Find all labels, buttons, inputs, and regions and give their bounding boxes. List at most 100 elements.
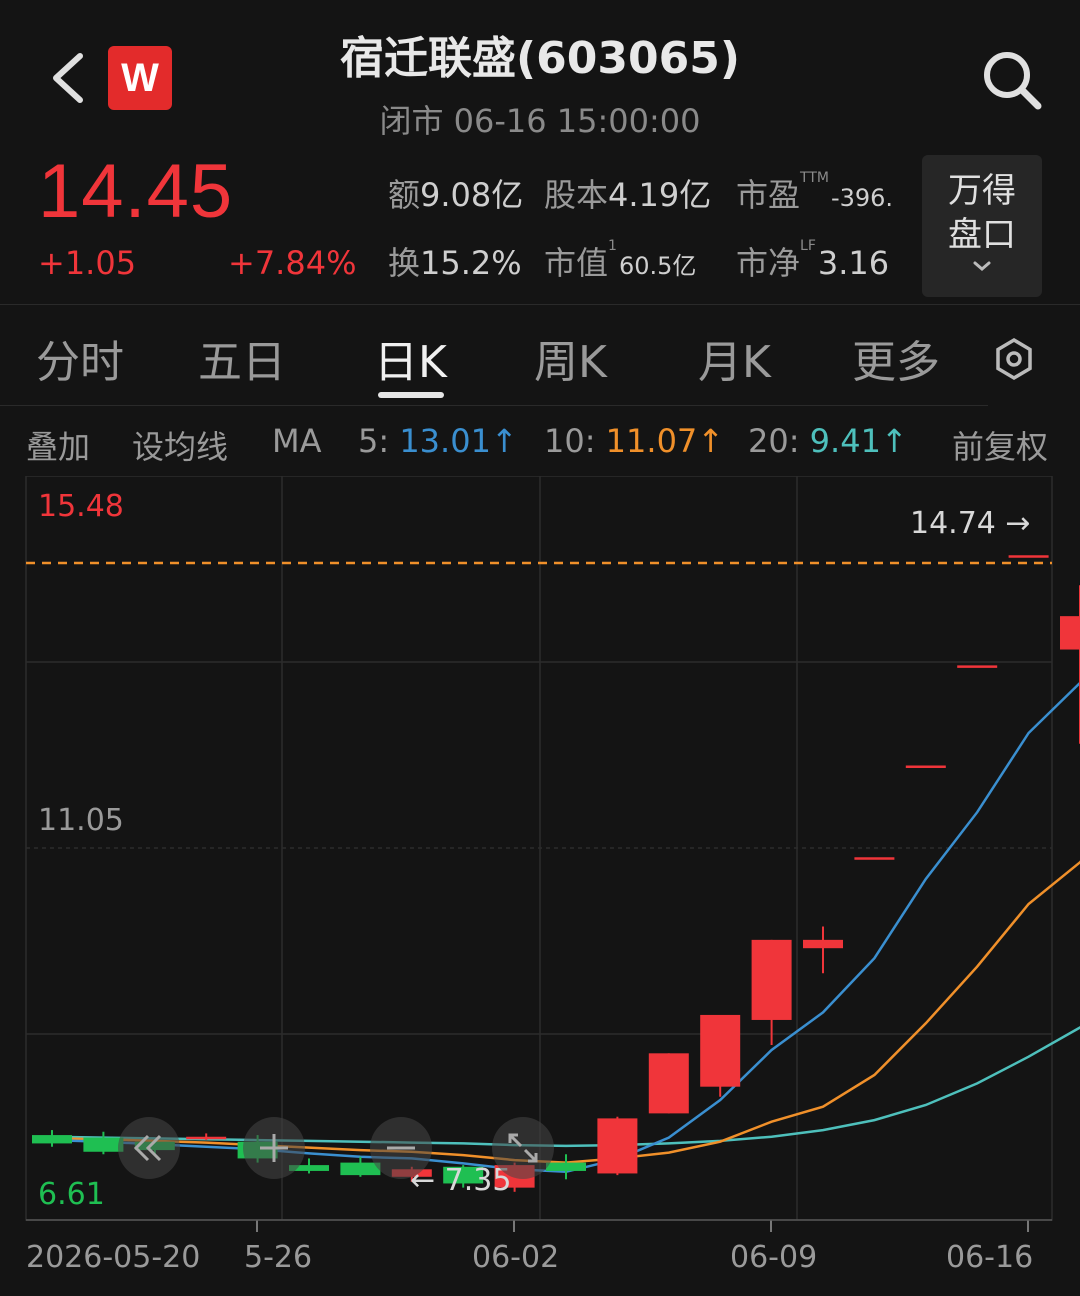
stat-value: 15.2% bbox=[420, 244, 522, 282]
candlestick bbox=[700, 1014, 741, 1097]
candle-body bbox=[648, 1053, 689, 1114]
up-arrow-icon: ↑ bbox=[697, 422, 725, 460]
active-tab-indicator bbox=[378, 392, 444, 398]
ma5-value: 13.01 bbox=[399, 422, 491, 460]
tab-weekly-k[interactable]: 周K bbox=[534, 326, 607, 390]
ma-label: MA bbox=[272, 422, 322, 460]
stat-label: 换 bbox=[388, 244, 421, 282]
tab-monthly-k[interactable]: 月K bbox=[698, 326, 771, 390]
date-label: 06-09 bbox=[730, 1240, 817, 1275]
tab-daily-k[interactable]: 日K bbox=[374, 326, 447, 390]
candle-body bbox=[1060, 616, 1080, 650]
scroll-left-button[interactable] bbox=[118, 1117, 180, 1179]
candlestick bbox=[854, 857, 895, 860]
candlestick bbox=[905, 765, 946, 768]
candlestick bbox=[1060, 585, 1080, 744]
stat-superscript: TTM bbox=[800, 170, 829, 186]
up-arrow-icon: ↑ bbox=[880, 422, 908, 460]
candlestick bbox=[1008, 555, 1049, 558]
y-axis-min-label: 6.61 bbox=[38, 1177, 105, 1212]
tab-intraday[interactable]: 分时 bbox=[36, 326, 124, 390]
ma10-indicator: 10: 11.07↑ bbox=[544, 422, 724, 460]
candlesticks bbox=[32, 555, 1080, 1192]
stat-value: 9.08亿 bbox=[420, 176, 524, 214]
candlestick bbox=[648, 1053, 689, 1114]
ma10-line bbox=[51, 860, 1080, 1164]
divider bbox=[0, 304, 1080, 305]
candle-body bbox=[854, 857, 895, 860]
stat-label: 市值 bbox=[544, 244, 609, 282]
expand-icon bbox=[508, 1133, 538, 1163]
stat-superscript: LF bbox=[800, 238, 816, 254]
page-title: 宿迁联盛(603065) bbox=[340, 33, 740, 84]
minus-icon bbox=[387, 1146, 415, 1150]
ma20-value: 9.41 bbox=[809, 422, 881, 460]
price-adjust-toggle[interactable]: 前复权 bbox=[952, 422, 1048, 468]
ma5-line bbox=[51, 681, 1080, 1174]
candle-body bbox=[1008, 555, 1049, 558]
ma20-label: 20: bbox=[748, 422, 800, 460]
moving-average-lines bbox=[51, 681, 1080, 1174]
search-icon[interactable] bbox=[980, 48, 1044, 112]
wande-label-line2: 盘口 bbox=[948, 215, 1016, 255]
candle-body bbox=[186, 1136, 227, 1140]
candlestick bbox=[186, 1133, 227, 1141]
y-axis-max-label: 15.48 bbox=[38, 489, 124, 524]
settings-icon[interactable] bbox=[992, 337, 1036, 381]
wande-label-line1: 万得 bbox=[948, 171, 1016, 211]
ma20-line bbox=[51, 1025, 1080, 1148]
candlestick bbox=[803, 926, 843, 974]
double-chevron-left-icon bbox=[133, 1134, 162, 1162]
price-change-percent: +7.84% bbox=[228, 244, 357, 282]
candlestick bbox=[597, 1116, 638, 1176]
candle-body bbox=[905, 765, 946, 768]
set-ma-button[interactable]: 设均线 bbox=[132, 422, 228, 468]
stat-value: 60.5亿 bbox=[618, 252, 697, 280]
date-label: 2026-05-20 bbox=[26, 1240, 200, 1275]
stat-share-capital: 股本4.19亿 bbox=[544, 170, 711, 216]
candlestick bbox=[32, 1130, 72, 1147]
tab-five-day[interactable]: 五日 bbox=[198, 326, 286, 390]
chevron-down-icon bbox=[973, 261, 991, 271]
stat-pe-ratio: 市盈TTM-396. bbox=[736, 170, 893, 216]
candle-body bbox=[32, 1135, 72, 1144]
candle-body bbox=[803, 939, 843, 949]
stat-label: 市盈 bbox=[736, 176, 801, 214]
tab-more[interactable]: 更多 bbox=[852, 326, 940, 390]
stat-market-cap: 市值160.5亿 bbox=[544, 238, 696, 284]
candlestick bbox=[751, 939, 792, 1045]
stat-turnover-amount: 额9.08亿 bbox=[388, 170, 523, 216]
overlay-button[interactable]: 叠加 bbox=[26, 422, 90, 468]
current-price: 14.45 bbox=[38, 149, 234, 234]
stat-superscript: 1 bbox=[608, 238, 617, 254]
plus-icon bbox=[260, 1134, 288, 1162]
stat-value: 3.16 bbox=[817, 244, 890, 282]
up-arrow-icon: ↑ bbox=[490, 422, 518, 460]
stat-label: 股本 bbox=[544, 176, 609, 214]
date-label: 5-26 bbox=[244, 1240, 312, 1275]
market-status: 闭市 06-16 15:00:00 bbox=[379, 102, 701, 140]
fullscreen-button[interactable] bbox=[492, 1117, 554, 1179]
candle-body bbox=[957, 665, 998, 668]
stat-value: -396. bbox=[830, 184, 894, 212]
divider bbox=[0, 405, 988, 406]
stat-value: 4.19亿 bbox=[608, 176, 712, 214]
ma10-value: 11.07 bbox=[605, 422, 698, 460]
candle-body bbox=[597, 1118, 638, 1174]
ma5-label: 5: bbox=[358, 422, 390, 460]
stat-label: 市净 bbox=[736, 244, 801, 282]
stat-turnover-rate: 换15.2% bbox=[388, 238, 522, 284]
stat-label: 额 bbox=[388, 176, 421, 214]
candle-body bbox=[700, 1014, 741, 1087]
ma5-indicator: 5: 13.01↑ bbox=[358, 422, 518, 460]
zoom-out-button[interactable] bbox=[370, 1117, 432, 1179]
zoom-in-button[interactable] bbox=[243, 1117, 305, 1179]
high-price-marker: 14.74 → bbox=[910, 506, 1031, 541]
candle-body bbox=[751, 939, 792, 1020]
candlestick bbox=[957, 665, 998, 668]
date-label: 06-16 bbox=[946, 1240, 1033, 1275]
stat-pb-ratio: 市净LF3.16 bbox=[736, 238, 889, 284]
ma10-label: 10: bbox=[544, 422, 596, 460]
wande-orderbook-button[interactable]: 万得 盘口 bbox=[922, 155, 1042, 297]
y-axis-mid-label: 11.05 bbox=[38, 803, 124, 838]
